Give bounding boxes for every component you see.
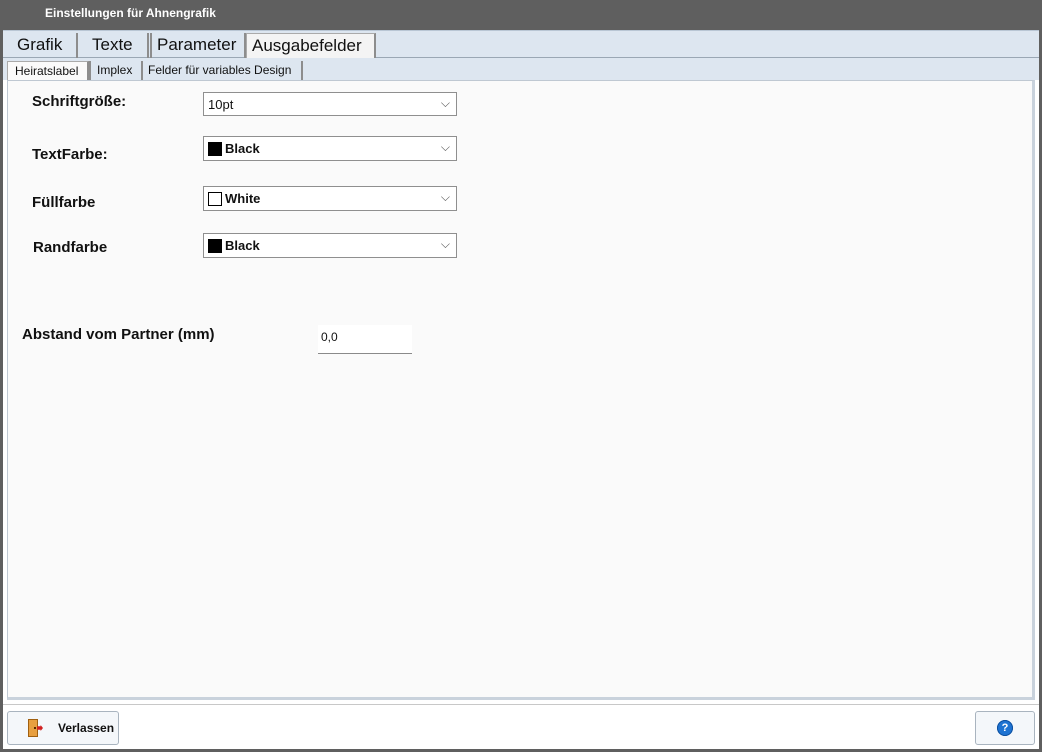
main-tab-bar: Grafik Texte Parameter Ausgabefelder <box>3 30 1039 61</box>
help-icon: ? <box>997 720 1013 736</box>
bottom-bar: Verlassen ? <box>3 704 1039 749</box>
sub-tab-bar: Heiratslabel Implex Felder für variables… <box>3 58 1039 81</box>
title-bar: Einstellungen für Ahnengrafik <box>0 0 1042 30</box>
chevron-down-icon: ⌵ <box>440 237 450 251</box>
fill-color-label: Füllfarbe <box>32 194 96 211</box>
tab-label: Ausgabefelder <box>252 36 362 55</box>
exit-button-label: Verlassen <box>58 721 115 735</box>
fill-color-select[interactable]: White ⌵ <box>203 186 457 211</box>
partner-distance-label: Abstand vom Partner (mm) <box>22 326 215 343</box>
border-color-value: Black <box>225 238 260 253</box>
font-size-select[interactable]: 10pt ⌵ <box>203 92 457 116</box>
border-color-label: Randfarbe <box>33 239 108 256</box>
chevron-down-icon: ⌵ <box>440 140 450 154</box>
tab-parameter[interactable]: Parameter <box>150 33 246 60</box>
color-swatch <box>208 238 222 253</box>
fill-color-value: White <box>225 191 261 206</box>
text-color-label: TextFarbe: <box>32 146 108 163</box>
subtab-heiratslabel[interactable]: Heiratslabel <box>7 61 89 81</box>
help-button[interactable]: ? <box>975 711 1035 745</box>
color-swatch <box>208 141 222 156</box>
window-title: Einstellungen für Ahnengrafik <box>45 6 216 20</box>
font-size-value: 10pt <box>208 96 234 112</box>
color-swatch <box>208 191 222 206</box>
tab-grafik[interactable]: Grafik <box>11 33 78 60</box>
text-color-value: Black <box>225 141 260 156</box>
subtab-implex[interactable]: Implex <box>89 61 143 81</box>
subtab-felder-variables-design[interactable]: Felder für variables Design <box>143 61 303 81</box>
tab-label: Texte <box>92 35 133 54</box>
text-color-select[interactable]: Black ⌵ <box>203 136 457 161</box>
tab-label: Grafik <box>17 35 63 54</box>
font-size-label: Schriftgröße: <box>32 93 127 110</box>
tab-ausgabefelder[interactable]: Ausgabefelder <box>246 33 376 61</box>
heiratslabel-panel: Schriftgröße: 10pt ⌵ TextFarbe: Black ⌵ … <box>7 80 1035 700</box>
settings-window: Grafik Texte Parameter Ausgabefelder Hei… <box>3 30 1039 749</box>
tab-label: Parameter <box>157 35 237 54</box>
border-color-select[interactable]: Black ⌵ <box>203 233 457 258</box>
subtab-label: Heiratslabel <box>15 64 79 78</box>
tab-texte[interactable]: Texte <box>85 33 149 60</box>
subtab-label: Implex <box>97 63 133 77</box>
chevron-down-icon: ⌵ <box>440 96 450 110</box>
exit-door-icon <box>28 719 43 737</box>
partner-distance-input[interactable]: 0,0 <box>318 325 412 354</box>
exit-button[interactable]: Verlassen <box>7 711 119 745</box>
chevron-down-icon: ⌵ <box>440 190 450 204</box>
subtab-label: Felder für variables Design <box>148 63 292 77</box>
